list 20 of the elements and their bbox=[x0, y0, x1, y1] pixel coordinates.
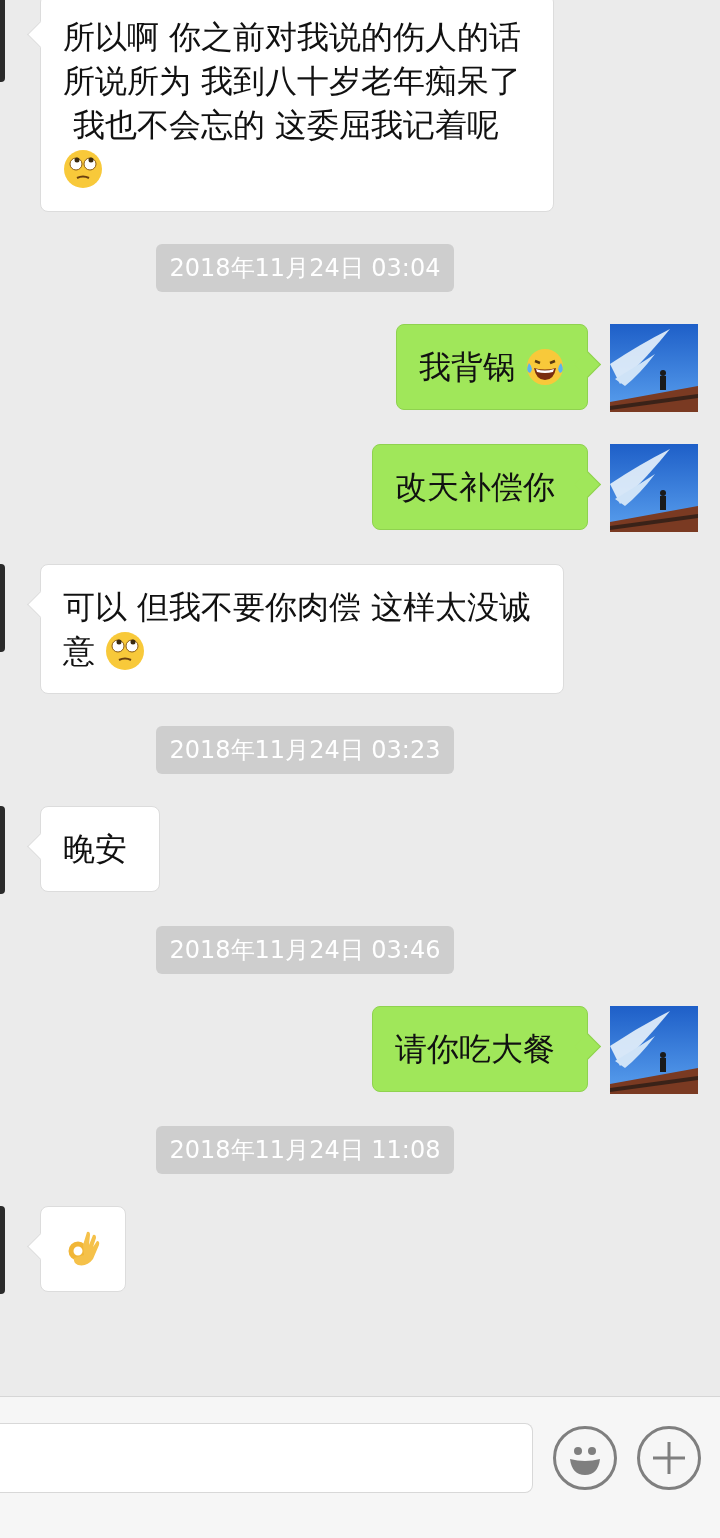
avatar[interactable] bbox=[0, 0, 5, 82]
add-button[interactable] bbox=[637, 1426, 701, 1490]
plus-icon bbox=[651, 1440, 687, 1476]
emoji-button[interactable] bbox=[553, 1426, 617, 1490]
message-text: 我也不会忘的 这委屈我记着呢 bbox=[72, 105, 500, 146]
message-text: 所说所为 我到八十岁老年痴呆了 bbox=[63, 61, 522, 102]
message-text: 我背锅 bbox=[419, 347, 515, 388]
avatar[interactable] bbox=[0, 806, 5, 894]
avatar[interactable] bbox=[0, 564, 5, 652]
laughing-tears-emoji-icon bbox=[525, 347, 565, 387]
message-text: 改天补偿你 bbox=[395, 467, 555, 508]
eye-roll-emoji-icon bbox=[63, 149, 103, 189]
message-text: 所以啊 你之前对我说的伤人的话 bbox=[63, 17, 522, 58]
avatar[interactable] bbox=[0, 1206, 5, 1294]
message-text: 可以 但我不要你肉偿 这样太没诚 bbox=[63, 587, 532, 628]
message-input-field[interactable] bbox=[0, 1423, 533, 1493]
eye-roll-emoji-icon bbox=[105, 631, 145, 671]
message-text: 请你吃大餐 bbox=[395, 1029, 555, 1070]
message-text: 意 bbox=[63, 631, 95, 672]
message-text: 晚安 bbox=[63, 829, 127, 870]
